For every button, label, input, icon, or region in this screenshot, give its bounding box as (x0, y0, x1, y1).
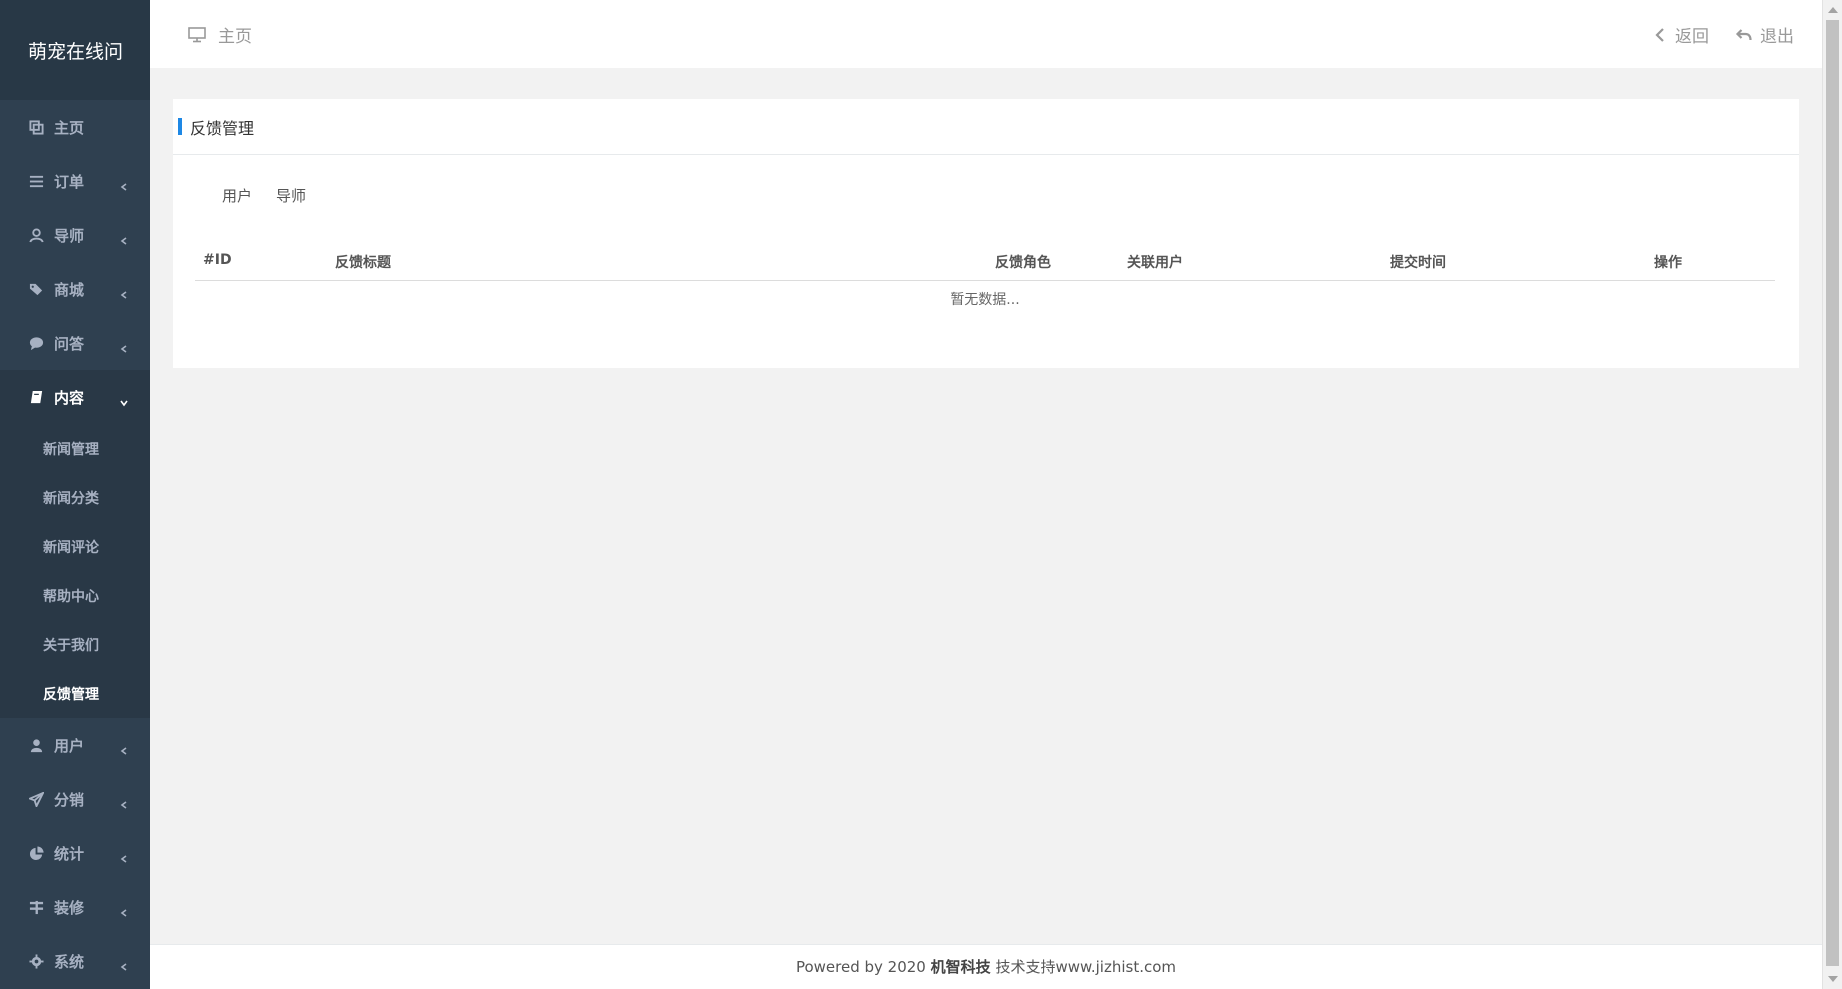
scroll-down-arrow-icon[interactable] (1823, 970, 1842, 988)
sidebar-item-label: 主页 (54, 118, 85, 137)
chevron-left-icon (120, 339, 128, 353)
column-related-user: 关联用户 (1127, 255, 1183, 271)
sidebar-item-label: 系统 (54, 952, 85, 971)
sidebar-item-orders[interactable]: 订单 (0, 154, 150, 208)
brand-title: 萌宠在线问 (0, 0, 150, 100)
paint-icon (28, 899, 44, 915)
sidebar-item-content[interactable]: 内容 (0, 370, 150, 424)
chevron-left-icon (120, 741, 128, 755)
submenu-feedback-manage[interactable]: 反馈管理 (0, 669, 150, 718)
sidebar-item-label: 订单 (54, 172, 85, 191)
sidebar: 萌宠在线问 主页 订单 导师 商城 问答 内容 新闻管理 新闻分类 新闻评论 帮… (0, 0, 150, 989)
sidebar-item-label: 问答 (54, 334, 85, 353)
tab-users[interactable]: 用户 (222, 185, 252, 206)
sidebar-item-shop[interactable]: 商城 (0, 262, 150, 316)
footer-suffix: 技术支持www.jizhist.com (995, 958, 1177, 976)
column-title: 反馈标题 (335, 255, 391, 271)
scrollbar-thumb[interactable] (1826, 20, 1839, 966)
sidebar-item-qa[interactable]: 问答 (0, 316, 150, 370)
comment-icon (28, 335, 44, 351)
logout-button[interactable]: 退出 (1735, 22, 1794, 47)
tab-home-label: 主页 (218, 27, 252, 47)
sidebar-item-home[interactable]: 主页 (0, 100, 150, 154)
footer: Powered by 2020 机智科技 技术支持www.jizhist.com (150, 944, 1822, 989)
title-accent-bar (178, 118, 182, 135)
chevron-down-icon (120, 393, 128, 407)
sidebar-item-label: 商城 (54, 280, 85, 299)
sidebar-item-mentors[interactable]: 导师 (0, 208, 150, 262)
sidebar-item-system[interactable]: 系统 (0, 934, 150, 988)
feedback-table: #ID 反馈标题 反馈角色 关联用户 提交时间 操作 暂无数据... (195, 244, 1775, 321)
top-navbar: 主页 返回 退出 (150, 0, 1822, 68)
submenu-help-center[interactable]: 帮助中心 (0, 571, 150, 620)
copy-icon (28, 119, 44, 135)
book-icon (28, 389, 44, 405)
chevron-left-icon (120, 231, 128, 245)
sidebar-menu-lower: 用户 分销 统计 装修 系统 (0, 718, 150, 988)
chevron-left-icon (120, 177, 128, 191)
sidebar-group-content: 内容 新闻管理 新闻分类 新闻评论 帮助中心 关于我们 反馈管理 (0, 370, 150, 718)
top-actions: 返回 退出 (1627, 22, 1794, 47)
page-scrollbar[interactable] (1822, 0, 1842, 989)
sidebar-item-label: 分销 (54, 790, 85, 809)
tab-home[interactable]: 主页 (188, 22, 252, 47)
column-submit-time: 提交时间 (1390, 255, 1446, 271)
chevron-left-icon (120, 849, 128, 863)
table-header: #ID 反馈标题 反馈角色 关联用户 提交时间 操作 (195, 244, 1775, 281)
scroll-up-arrow-icon[interactable] (1823, 1, 1842, 19)
empty-state: 暂无数据... (950, 292, 1020, 308)
sidebar-item-distribution[interactable]: 分销 (0, 772, 150, 826)
role-tabs: 用户 导师 (222, 185, 330, 206)
logout-label: 退出 (1760, 27, 1794, 47)
sidebar-item-label: 用户 (54, 736, 85, 755)
sidebar-item-label: 装修 (54, 898, 85, 917)
submenu-news-manage[interactable]: 新闻管理 (0, 424, 150, 473)
submenu-news-comment[interactable]: 新闻评论 (0, 522, 150, 571)
sidebar-item-decoration[interactable]: 装修 (0, 880, 150, 934)
sidebar-item-stats[interactable]: 统计 (0, 826, 150, 880)
chevron-left-icon (120, 957, 128, 971)
paper-plane-icon (28, 791, 44, 807)
gear-icon (28, 953, 44, 969)
chevron-left-icon (120, 795, 128, 809)
sidebar-item-label: 导师 (54, 226, 85, 245)
content-submenu: 新闻管理 新闻分类 新闻评论 帮助中心 关于我们 反馈管理 (0, 424, 150, 718)
submenu-about-us[interactable]: 关于我们 (0, 620, 150, 669)
tags-icon (28, 281, 44, 297)
footer-prefix: Powered by 2020 (795, 958, 926, 976)
sidebar-item-label: 统计 (54, 844, 85, 863)
back-button[interactable]: 返回 (1653, 22, 1709, 47)
tab-mentors[interactable]: 导师 (276, 185, 306, 206)
chevron-left-icon (120, 285, 128, 299)
back-label: 返回 (1675, 27, 1709, 47)
sidebar-item-label: 内容 (54, 388, 85, 407)
pie-chart-icon (28, 845, 44, 861)
chevron-left-icon (1655, 27, 1664, 42)
footer-company: 机智科技 (930, 958, 991, 976)
reply-icon (1735, 28, 1752, 40)
list-icon (28, 173, 44, 189)
column-id: #ID (203, 252, 232, 268)
page-title: 反馈管理 (190, 118, 255, 138)
user-outline-icon (28, 227, 44, 243)
column-role: 反馈角色 (995, 255, 1051, 271)
user-icon (28, 737, 44, 753)
sidebar-item-users[interactable]: 用户 (0, 718, 150, 772)
column-actions: 操作 (1654, 255, 1682, 271)
chevron-left-icon (120, 903, 128, 917)
feedback-panel: 反馈管理 用户 导师 #ID 反馈标题 反馈角色 关联用户 提交时间 操作 暂无… (173, 99, 1799, 368)
sidebar-menu: 主页 订单 导师 商城 问答 (0, 100, 150, 370)
submenu-news-category[interactable]: 新闻分类 (0, 473, 150, 522)
panel-header: 反馈管理 (173, 99, 1799, 155)
desktop-icon (188, 26, 206, 42)
